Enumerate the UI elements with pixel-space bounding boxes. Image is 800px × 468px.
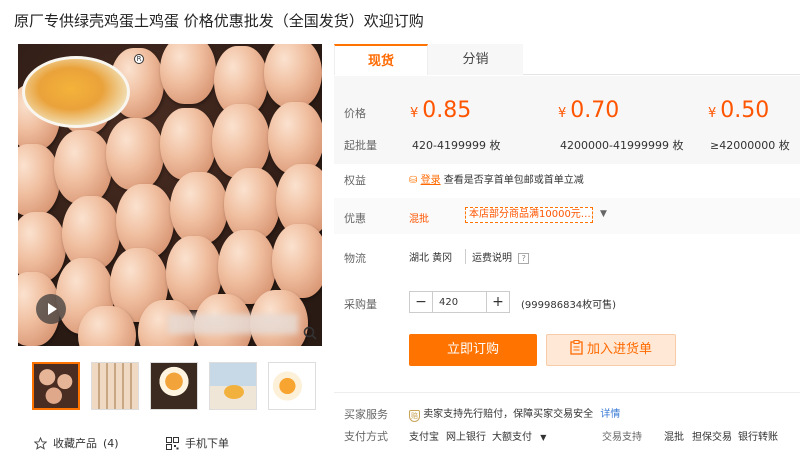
registered-mark-icon: R (134, 54, 144, 64)
chevron-down-icon[interactable]: ▼ (540, 433, 546, 442)
decrease-button[interactable]: − (410, 292, 432, 312)
promo-label: 优惠 (344, 212, 366, 225)
thumbnail-2[interactable] (91, 362, 139, 410)
trade-bank-transfer: 银行转账 (738, 432, 778, 443)
coupon-icon: ⛁ (409, 175, 418, 186)
clipboard-icon (570, 340, 583, 355)
mobile-order-label: 手机下单 (185, 437, 229, 450)
stock-available: (999986834枚可售) (521, 300, 617, 311)
rights-text: 查看是否享首单包邮或首单立减 (443, 175, 584, 186)
qr-code-icon (166, 436, 179, 450)
egg-yolk-inset (22, 56, 130, 128)
thumbnail-4[interactable] (209, 362, 257, 410)
favorite-count: (4) (103, 436, 119, 450)
price-tier-1: ¥0.85 (410, 98, 472, 123)
star-icon (34, 436, 47, 450)
offer-tabs: 现货 分销 (334, 44, 800, 75)
page-title: 原厂专供绿壳鸡蛋土鸡蛋 价格优惠批发（全国发货）欢迎订购 (14, 12, 424, 30)
buyer-service-label: 买家服务 (344, 408, 388, 421)
add-to-cart-button[interactable]: 加入进货单 (546, 334, 676, 366)
thumbnail-5[interactable] (268, 362, 316, 410)
rights-row: ⛁ 登录 查看是否享首单包邮或首单立减 (409, 171, 584, 186)
payment-online-bank: 网上银行 (446, 432, 486, 443)
increase-button[interactable]: + (487, 292, 509, 312)
logistics-origin: 湖北 黄冈 (409, 253, 453, 264)
price-tier-3: ¥0.50 (708, 98, 770, 123)
thumbnail-3[interactable] (150, 362, 198, 410)
favorite-product-button[interactable]: 收藏产品 (4) (34, 435, 119, 451)
watermark-blur (168, 314, 298, 334)
promo-type: 混批 (409, 214, 429, 225)
tab-distribution[interactable]: 分销 (428, 44, 523, 75)
buyer-service-text: 卖家支持先行赔付，保障买家交易安全 (423, 409, 594, 420)
promo-tag[interactable]: 本店部分商品满10000元… (465, 207, 593, 223)
product-main-image[interactable]: R (18, 44, 322, 346)
shield-icon: 赔 (409, 410, 420, 422)
quantity-stepper: − + (409, 291, 510, 313)
rights-label: 权益 (344, 174, 366, 187)
shipping-info-link[interactable]: 运费说明 ? (465, 249, 530, 264)
price-tier-2: ¥0.70 (558, 98, 620, 123)
mobile-order-button[interactable]: 手机下单 (166, 435, 229, 451)
trade-mixed: 混批 (664, 432, 684, 443)
payment-label: 支付方式 (344, 430, 388, 443)
thumbnail-1[interactable] (32, 362, 80, 410)
help-icon[interactable]: ? (518, 253, 530, 264)
price-label: 价格 (344, 107, 366, 120)
favorite-label: 收藏产品 (53, 437, 97, 450)
login-link[interactable]: 登录 (421, 175, 441, 186)
payment-large: 大额支付 ▼ (492, 432, 547, 443)
logistics-label: 物流 (344, 252, 366, 265)
buyer-service-row: 赔 卖家支持先行赔付，保障买家交易安全 详情 (409, 405, 620, 422)
trade-escrow: 担保交易 (692, 432, 732, 443)
trade-support-label: 交易支持 (602, 432, 642, 443)
video-play-icon[interactable] (36, 294, 66, 324)
payment-alipay: 支付宝 (409, 432, 439, 443)
divider (334, 392, 800, 393)
details-link[interactable]: 详情 (600, 409, 620, 420)
purchase-label: 采购量 (344, 298, 377, 311)
quantity-input[interactable] (432, 292, 487, 312)
qty-tier-3: ≥42000000 枚 (710, 139, 790, 152)
zoom-icon[interactable] (303, 326, 317, 340)
qty-tier-1: 420-4199999 枚 (412, 139, 501, 152)
chevron-down-icon[interactable]: ▼ (600, 209, 607, 219)
qty-tier-2: 4200000-41999999 枚 (560, 139, 684, 152)
order-now-button[interactable]: 立即订购 (409, 334, 537, 366)
tab-spot[interactable]: 现货 (334, 44, 428, 75)
thumbnail-strip (32, 362, 316, 410)
moq-label: 起批量 (344, 139, 377, 152)
